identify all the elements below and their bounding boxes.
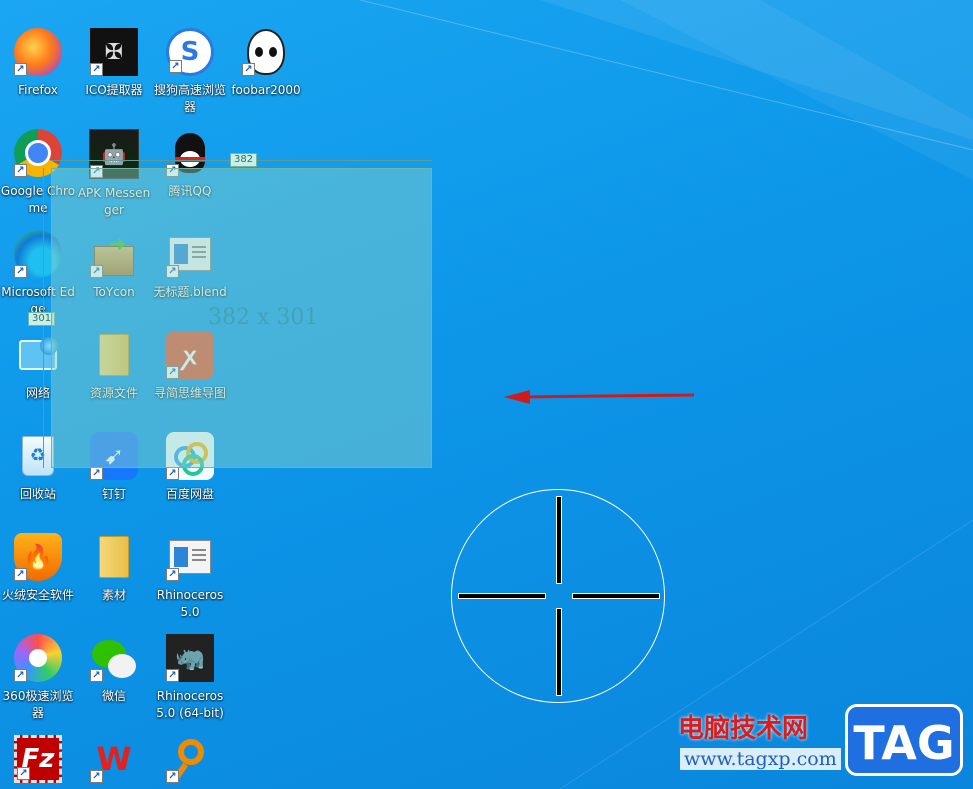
desktop-icon-filezilla[interactable]: Fz ↗	[0, 733, 76, 789]
icon-label: Rhinoceros 5.0	[156, 588, 224, 619]
desktop-icon-magnifier[interactable]: ↗	[152, 733, 228, 789]
crosshair-cursor	[451, 489, 665, 703]
desktop-icon-huorong[interactable]: 🔥 ↗ 火绒安全软件	[0, 531, 76, 604]
selection-size-text: 382 x 301	[208, 305, 319, 330]
sogou-browser-icon: S ↗	[166, 28, 214, 76]
icon-label: 搜狗高速浏览器	[153, 83, 226, 114]
ico-extractor-icon: ✠ ↗	[90, 28, 138, 76]
icon-label: ICO提取器	[85, 83, 143, 97]
crosshair-top-bar	[556, 496, 562, 584]
foobar2000-icon: ↗	[242, 28, 290, 76]
360-browser-icon: ↗	[14, 634, 62, 682]
desktop-icon-wps[interactable]: W ↗	[76, 733, 152, 789]
icon-label: 素材	[101, 588, 126, 602]
watermark-url: www.tagxp.com	[680, 748, 841, 770]
wechat-icon: ↗	[90, 634, 138, 682]
desktop-icon-sogou[interactable]: S ↗ 搜狗高速浏览器	[152, 26, 228, 116]
desktop-icon-wechat[interactable]: ↗ 微信	[76, 632, 152, 705]
desktop-icon-360-browser[interactable]: ↗ 360极速浏览器	[0, 632, 76, 722]
magnifier-tool-icon: ↗	[166, 735, 214, 783]
icon-label: Rhinoceros 5.0 (64-bit)	[156, 689, 224, 720]
desktop-icon-rhinoceros64[interactable]: 🦏 ↗ Rhinoceros 5.0 (64-bit)	[152, 632, 228, 722]
selection-width-label: 382	[230, 153, 258, 167]
rhinoceros-icon: ↗	[166, 533, 214, 581]
desktop-icon-foobar2000[interactable]: ↗ foobar2000	[228, 26, 304, 99]
icon-label: 火绒安全软件	[1, 588, 74, 602]
icon-label: foobar2000	[231, 83, 301, 97]
desktop-icon-firefox[interactable]: ↗ Firefox	[0, 26, 76, 99]
crosshair-left-bar	[458, 593, 546, 599]
crosshair-right-bar	[572, 593, 660, 599]
wps-icon: W ↗	[90, 735, 138, 783]
filezilla-icon: Fz ↗	[14, 735, 62, 783]
icon-label: 回收站	[19, 487, 56, 501]
icon-label: 钉钉	[101, 487, 126, 501]
watermark-title: 电脑技术网	[678, 714, 809, 744]
folder-icon	[90, 533, 138, 581]
crosshair-bottom-bar	[556, 608, 562, 696]
icon-label: 百度网盘	[165, 487, 214, 501]
rhinoceros64-icon: 🦏 ↗	[166, 634, 214, 682]
desktop-icon-folder-materials[interactable]: 素材	[76, 531, 152, 604]
desktop-icon-rhinoceros[interactable]: ↗ Rhinoceros 5.0	[152, 531, 228, 621]
firefox-icon: ↗	[14, 28, 62, 76]
desktop-icon-ico-extractor[interactable]: ✠ ↗ ICO提取器	[76, 26, 152, 99]
icon-label: 360极速浏览器	[2, 689, 74, 720]
huorong-icon: 🔥 ↗	[14, 533, 62, 581]
watermark-tag-badge: TAG	[845, 704, 963, 776]
icon-label: 微信	[101, 689, 126, 703]
icon-label: Firefox	[18, 83, 58, 97]
